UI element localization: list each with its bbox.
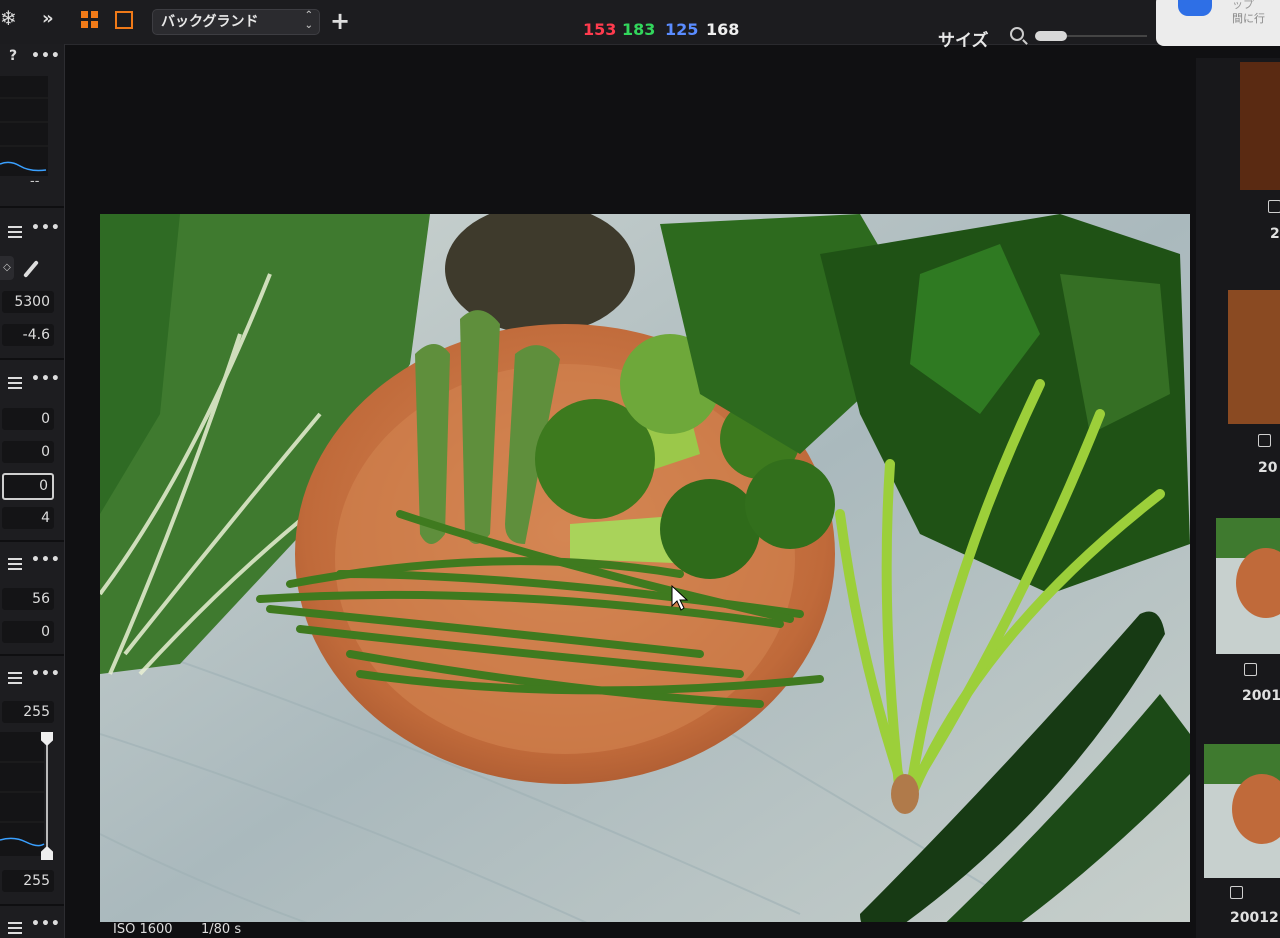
clarity-menu[interactable]: ••• — [31, 552, 61, 568]
luminance-value: 168 — [706, 20, 740, 39]
exposure-menu[interactable]: ••• — [31, 371, 61, 387]
levels-low-field[interactable]: 255 — [2, 870, 54, 892]
clarity-field-2[interactable]: 0 — [2, 621, 54, 643]
histogram — [0, 76, 48, 176]
size-slider-track[interactable] — [1067, 35, 1147, 37]
expand-panel-icon[interactable]: » — [42, 8, 54, 29]
blue-value: 125 — [665, 20, 699, 39]
iso-value: ISO 1600 — [113, 922, 173, 937]
thumbnail-4-label: 20012 — [1230, 910, 1279, 926]
levels-histogram — [0, 732, 48, 856]
next-panel-menu[interactable]: ••• — [31, 916, 61, 932]
exposure-field-1[interactable]: 0 — [2, 408, 54, 430]
thumbnail-4[interactable] — [1204, 744, 1280, 878]
thumbnail-3-checkbox[interactable] — [1244, 663, 1257, 676]
single-view-button[interactable] — [115, 11, 133, 29]
app-store-icon — [1178, 0, 1212, 16]
white-balance-drag-icon[interactable] — [8, 226, 22, 241]
thumbnail-1-checkbox[interactable] — [1268, 200, 1280, 213]
levels-drag-icon[interactable] — [8, 672, 22, 687]
exposure-field-4[interactable]: 4 — [2, 507, 54, 529]
temperature-field[interactable]: 5300 — [2, 291, 54, 313]
thumbnail-1[interactable] — [1240, 62, 1280, 190]
add-button[interactable]: + — [330, 9, 350, 33]
clarity-drag-icon[interactable] — [8, 558, 22, 573]
thumbnail-1-label: 2 — [1270, 226, 1280, 242]
top-toolbar: ❄ » バックグランド ⌃ ⌄ + 153 183 125 168 サイズ ップ … — [0, 0, 1280, 51]
exposure-field-2[interactable]: 0 — [2, 441, 54, 463]
exposure-field-3[interactable]: 0 — [2, 473, 54, 500]
thumbnail-4-checkbox[interactable] — [1230, 886, 1243, 899]
thumbnail-2[interactable] — [1228, 290, 1280, 424]
red-value: 153 — [583, 20, 617, 39]
green-value: 183 — [622, 20, 656, 39]
exposure-drag-icon[interactable] — [8, 377, 22, 392]
select-arrows-icon: ⌃ ⌄ — [304, 10, 313, 31]
histogram-value: -- — [30, 174, 40, 189]
status-bar: ISO 1600 1/80 s — [100, 922, 1190, 938]
background-select[interactable]: バックグランド ⌃ ⌄ — [152, 9, 320, 35]
grid-view-button[interactable] — [81, 11, 99, 29]
thumbnail-2-label: 20 — [1258, 460, 1278, 476]
next-panel-drag-icon[interactable] — [8, 922, 22, 937]
size-label: サイズ — [938, 31, 989, 51]
thumbnail-3[interactable] — [1216, 518, 1280, 654]
eyedropper-icon[interactable] — [23, 260, 39, 278]
white-balance-menu[interactable]: ••• — [31, 220, 61, 236]
thumbnail-3-label: 2001 — [1242, 688, 1280, 704]
levels-menu[interactable]: ••• — [31, 666, 61, 682]
background-select-value: バックグランド — [161, 14, 259, 30]
preset-stepper[interactable]: ◇ — [0, 256, 14, 280]
size-slider-handle[interactable] — [1035, 31, 1067, 41]
histogram-menu[interactable]: ••• — [31, 48, 61, 64]
main-photo[interactable] — [100, 214, 1190, 938]
snowflake-icon[interactable]: ❄ — [0, 6, 17, 30]
adjustments-panel: ? ••• -- ••• ◇ 5300 -4.6 ••• 0 0 0 4 •••… — [0, 44, 65, 938]
help-icon[interactable]: ? — [9, 48, 17, 64]
clarity-field-1[interactable]: 56 — [2, 588, 54, 610]
thumbnail-2-checkbox[interactable] — [1258, 434, 1271, 447]
notification-line2: 間に行 — [1232, 12, 1265, 25]
shutter-value: 1/80 s — [201, 922, 242, 937]
zoom-icon[interactable] — [1010, 27, 1024, 41]
notification-banner[interactable]: ップ 間に行 — [1156, 0, 1280, 46]
filmstrip: 2 20 2001 20012 — [1196, 58, 1280, 938]
levels-high-field[interactable]: 255 — [2, 701, 54, 723]
tint-field[interactable]: -4.6 — [2, 324, 54, 346]
